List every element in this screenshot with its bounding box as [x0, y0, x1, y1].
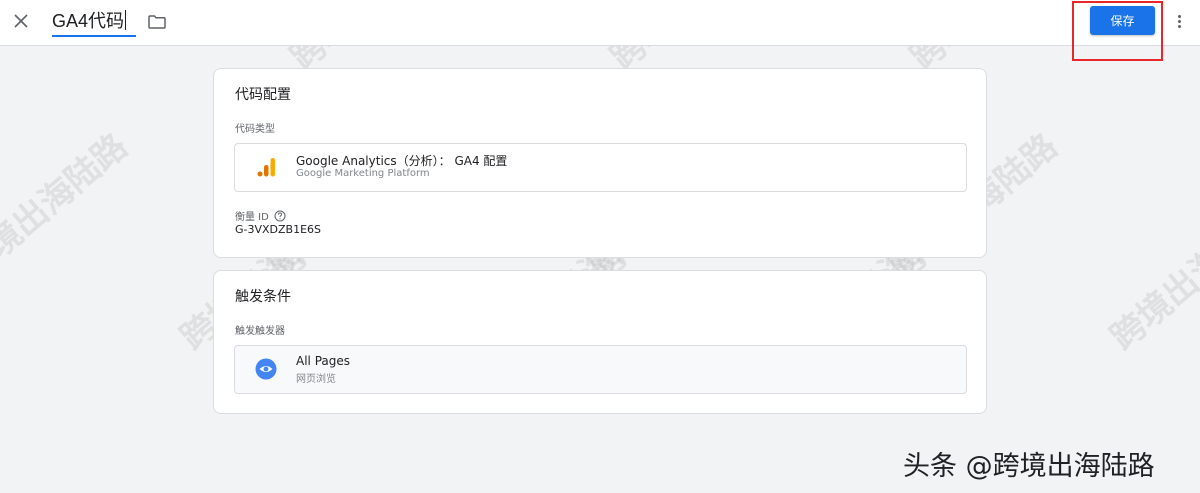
close-button[interactable] [10, 10, 32, 32]
eye-icon [255, 358, 277, 380]
save-highlight-box [1072, 1, 1163, 61]
folder-button[interactable] [146, 11, 168, 33]
tag-type-tile[interactable]: Google Analytics（分析）： GA4 配置 Google Mark… [234, 143, 967, 192]
text-cursor [125, 10, 127, 30]
card-title: 代码配置 [235, 87, 291, 103]
trigger-name: All Pages [296, 354, 350, 368]
folder-icon [148, 15, 166, 29]
help-icon[interactable] [274, 210, 286, 222]
firing-triggers-label: 触发触发器 [235, 326, 285, 337]
measurement-id-label-text: 衡量 ID [235, 212, 269, 223]
measurement-id-value: G-3VXDZB1E6S [235, 223, 322, 236]
trigger-tile-all-pages[interactable]: All Pages 网页浏览 [234, 345, 967, 394]
tag-type-name: Google Analytics（分析）： GA4 配置 [296, 154, 508, 168]
close-icon [14, 14, 28, 28]
tag-configuration-card: 代码配置 代码类型 Google Analytics（分析）： GA4 配置 G… [213, 68, 987, 258]
google-analytics-icon [257, 158, 275, 177]
tag-name-text: GA4代码 [52, 11, 125, 31]
tag-type-platform: Google Marketing Platform [296, 168, 430, 179]
tag-type-label: 代码类型 [235, 124, 275, 135]
watermark: 跨境出海陆路 [0, 126, 136, 289]
top-bar: GA4代码 保存 [0, 0, 1200, 46]
more-options-button[interactable] [1172, 10, 1186, 32]
watermark: 跨境出海陆路 [1103, 196, 1200, 359]
more-vert-icon [1177, 14, 1181, 18]
triggering-card: 触发条件 触发触发器 All Pages 网页浏览 [213, 270, 987, 414]
trigger-type: 网页浏览 [296, 374, 336, 385]
card-title: 触发条件 [235, 289, 291, 305]
source-credit: 头条 @跨境出海陆路 [903, 451, 1155, 482]
measurement-id-label: 衡量 ID [235, 208, 286, 223]
tag-name-input[interactable]: GA4代码 [52, 8, 136, 37]
